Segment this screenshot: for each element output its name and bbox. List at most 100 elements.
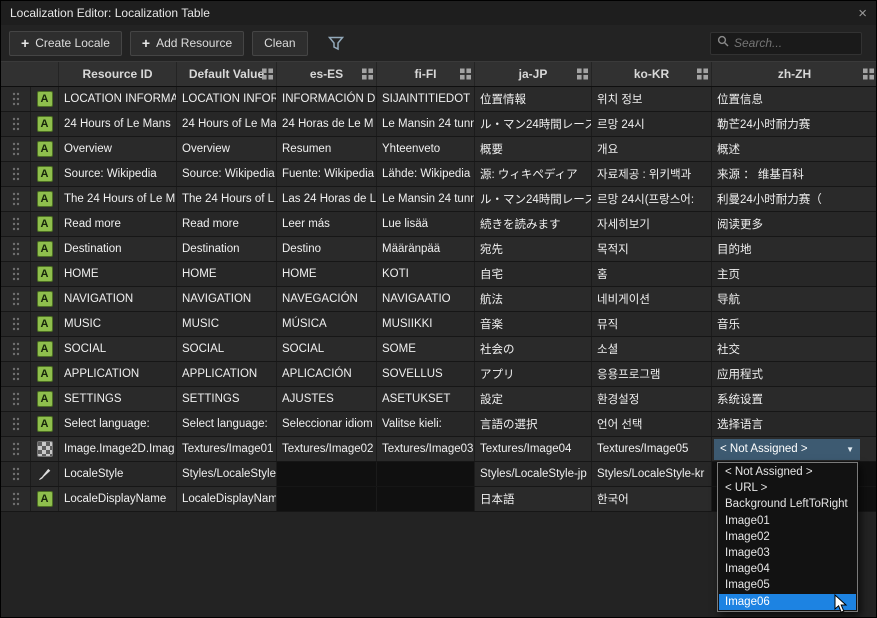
- drag-handle-icon[interactable]: [1, 87, 31, 111]
- add-resource-button[interactable]: + Add Resource: [130, 31, 244, 56]
- value-cell[interactable]: 概要: [475, 137, 592, 161]
- drag-handle-icon[interactable]: [1, 237, 31, 261]
- value-cell[interactable]: アプリ: [475, 362, 592, 386]
- value-cell[interactable]: Määränpää: [377, 237, 475, 261]
- value-cell[interactable]: Seleccionar idiom: [277, 412, 377, 436]
- value-cell[interactable]: SOVELLUS: [377, 362, 475, 386]
- resource-id-cell[interactable]: MUSIC: [59, 312, 177, 336]
- value-cell[interactable]: AJUSTES: [277, 387, 377, 411]
- value-cell[interactable]: SETTINGS: [177, 387, 277, 411]
- dropdown-option[interactable]: Image05: [719, 577, 856, 593]
- value-cell[interactable]: [377, 487, 475, 511]
- value-cell[interactable]: Lue lisää: [377, 212, 475, 236]
- table-row[interactable]: A24 Hours of Le Mans24 Hours of Le Ma24 …: [1, 112, 876, 137]
- column-header-ko-kr[interactable]: ko-KR: [592, 62, 712, 86]
- table-row[interactable]: AThe 24 Hours of Le MThe 24 Hours of LLa…: [1, 187, 876, 212]
- value-cell[interactable]: Lähde: Wikipedia: [377, 162, 475, 186]
- resource-id-cell[interactable]: Read more: [59, 212, 177, 236]
- value-cell[interactable]: Textures/Image02: [277, 437, 377, 461]
- value-cell[interactable]: Styles/LocaleStyle-jp: [475, 462, 592, 486]
- dropdown-option[interactable]: < URL >: [719, 480, 856, 496]
- value-cell[interactable]: 主页: [712, 262, 877, 286]
- table-row[interactable]: ADestinationDestinationDestinoMääränpää宛…: [1, 237, 876, 262]
- resource-id-cell[interactable]: Select language:: [59, 412, 177, 436]
- value-cell[interactable]: MUSIC: [177, 312, 277, 336]
- value-cell[interactable]: Leer más: [277, 212, 377, 236]
- value-cell[interactable]: Textures/Image01: [177, 437, 277, 461]
- table-row[interactable]: ASelect language:Select language:Selecci…: [1, 412, 876, 437]
- table-row[interactable]: ASETTINGSSETTINGSAJUSTESASETUKSET設定환경설정系…: [1, 387, 876, 412]
- value-cell[interactable]: < Not Assigned >▼: [712, 437, 877, 461]
- value-cell[interactable]: 목적지: [592, 237, 712, 261]
- value-cell[interactable]: APPLICATION: [177, 362, 277, 386]
- value-cell[interactable]: 选择语言: [712, 412, 877, 436]
- value-cell[interactable]: SOCIAL: [277, 337, 377, 361]
- value-cell[interactable]: 应用程式: [712, 362, 877, 386]
- value-cell[interactable]: Overview: [177, 137, 277, 161]
- drag-handle-icon[interactable]: [1, 387, 31, 411]
- value-cell[interactable]: HOME: [277, 262, 377, 286]
- value-cell[interactable]: 自宅: [475, 262, 592, 286]
- dropdown-option[interactable]: Image06: [719, 594, 856, 610]
- image-combobox[interactable]: < Not Assigned >▼: [714, 439, 860, 460]
- table-row[interactable]: ASource: WikipediaSource: WikipediaFuent…: [1, 162, 876, 187]
- value-cell[interactable]: Styles/LocaleStyle: [177, 462, 277, 486]
- column-header-default-value[interactable]: Default Value: [177, 62, 277, 86]
- value-cell[interactable]: ル・マン24時間レース（: [475, 187, 592, 211]
- value-cell[interactable]: Source: Wikipedia: [177, 162, 277, 186]
- drag-handle-icon[interactable]: [1, 312, 31, 336]
- value-cell[interactable]: 概述: [712, 137, 877, 161]
- value-cell[interactable]: MUSIIKKI: [377, 312, 475, 336]
- table-row[interactable]: AAPPLICATIONAPPLICATIONAPLICACIÓNSOVELLU…: [1, 362, 876, 387]
- value-cell[interactable]: 音楽: [475, 312, 592, 336]
- value-cell[interactable]: LocaleDisplayNam: [177, 487, 277, 511]
- value-cell[interactable]: NAVIGAATIO: [377, 287, 475, 311]
- value-cell[interactable]: 한국어: [592, 487, 712, 511]
- value-cell[interactable]: NAVEGACIÓN: [277, 287, 377, 311]
- value-cell[interactable]: Textures/Image05: [592, 437, 712, 461]
- value-cell[interactable]: Le Mansin 24 tunn: [377, 187, 475, 211]
- value-cell[interactable]: 르망 24시: [592, 112, 712, 136]
- drag-handle-icon[interactable]: [1, 187, 31, 211]
- value-cell[interactable]: [277, 462, 377, 486]
- value-cell[interactable]: 位置情報: [475, 87, 592, 111]
- value-cell[interactable]: 言語の選択: [475, 412, 592, 436]
- value-cell[interactable]: 24 Hours of Le Ma: [177, 112, 277, 136]
- value-cell[interactable]: The 24 Hours of L: [177, 187, 277, 211]
- value-cell[interactable]: 홈: [592, 262, 712, 286]
- dropdown-option[interactable]: Image02: [719, 529, 856, 545]
- value-cell[interactable]: 소셜: [592, 337, 712, 361]
- drag-handle-icon[interactable]: [1, 287, 31, 311]
- resource-id-cell[interactable]: APPLICATION: [59, 362, 177, 386]
- value-cell[interactable]: Read more: [177, 212, 277, 236]
- value-cell[interactable]: LOCATION INFOR: [177, 87, 277, 111]
- resource-id-cell[interactable]: NAVIGATION: [59, 287, 177, 311]
- value-cell[interactable]: Destination: [177, 237, 277, 261]
- resource-id-cell[interactable]: HOME: [59, 262, 177, 286]
- dropdown-option[interactable]: Image01: [719, 513, 856, 529]
- value-cell[interactable]: SOCIAL: [177, 337, 277, 361]
- table-row[interactable]: AOverviewOverviewResumenYhteenveto概要개요概述: [1, 137, 876, 162]
- value-cell[interactable]: 응용프로그램: [592, 362, 712, 386]
- value-cell[interactable]: Valitse kieli:: [377, 412, 475, 436]
- value-cell[interactable]: 目的地: [712, 237, 877, 261]
- value-cell[interactable]: 音乐: [712, 312, 877, 336]
- resource-id-cell[interactable]: LOCATION INFORMAT: [59, 87, 177, 111]
- value-cell[interactable]: Styles/LocaleStyle-kr: [592, 462, 712, 486]
- value-cell[interactable]: 언어 선택: [592, 412, 712, 436]
- close-icon[interactable]: ×: [858, 6, 867, 21]
- value-cell[interactable]: APLICACIÓN: [277, 362, 377, 386]
- value-cell[interactable]: INFORMACIÓN D: [277, 87, 377, 111]
- drag-handle-icon[interactable]: [1, 262, 31, 286]
- table-row[interactable]: ANAVIGATIONNAVIGATIONNAVEGACIÓNNAVIGAATI…: [1, 287, 876, 312]
- resource-id-cell[interactable]: Source: Wikipedia: [59, 162, 177, 186]
- value-cell[interactable]: 导航: [712, 287, 877, 311]
- drag-handle-icon[interactable]: [1, 412, 31, 436]
- value-cell[interactable]: 개요: [592, 137, 712, 161]
- value-cell[interactable]: 位置信息: [712, 87, 877, 111]
- value-cell[interactable]: NAVIGATION: [177, 287, 277, 311]
- column-header-ja-jp[interactable]: ja-JP: [475, 62, 592, 86]
- dropdown-option[interactable]: Image04: [719, 561, 856, 577]
- value-cell[interactable]: Las 24 Horas de L: [277, 187, 377, 211]
- value-cell[interactable]: SIJAINTITIEDOT: [377, 87, 475, 111]
